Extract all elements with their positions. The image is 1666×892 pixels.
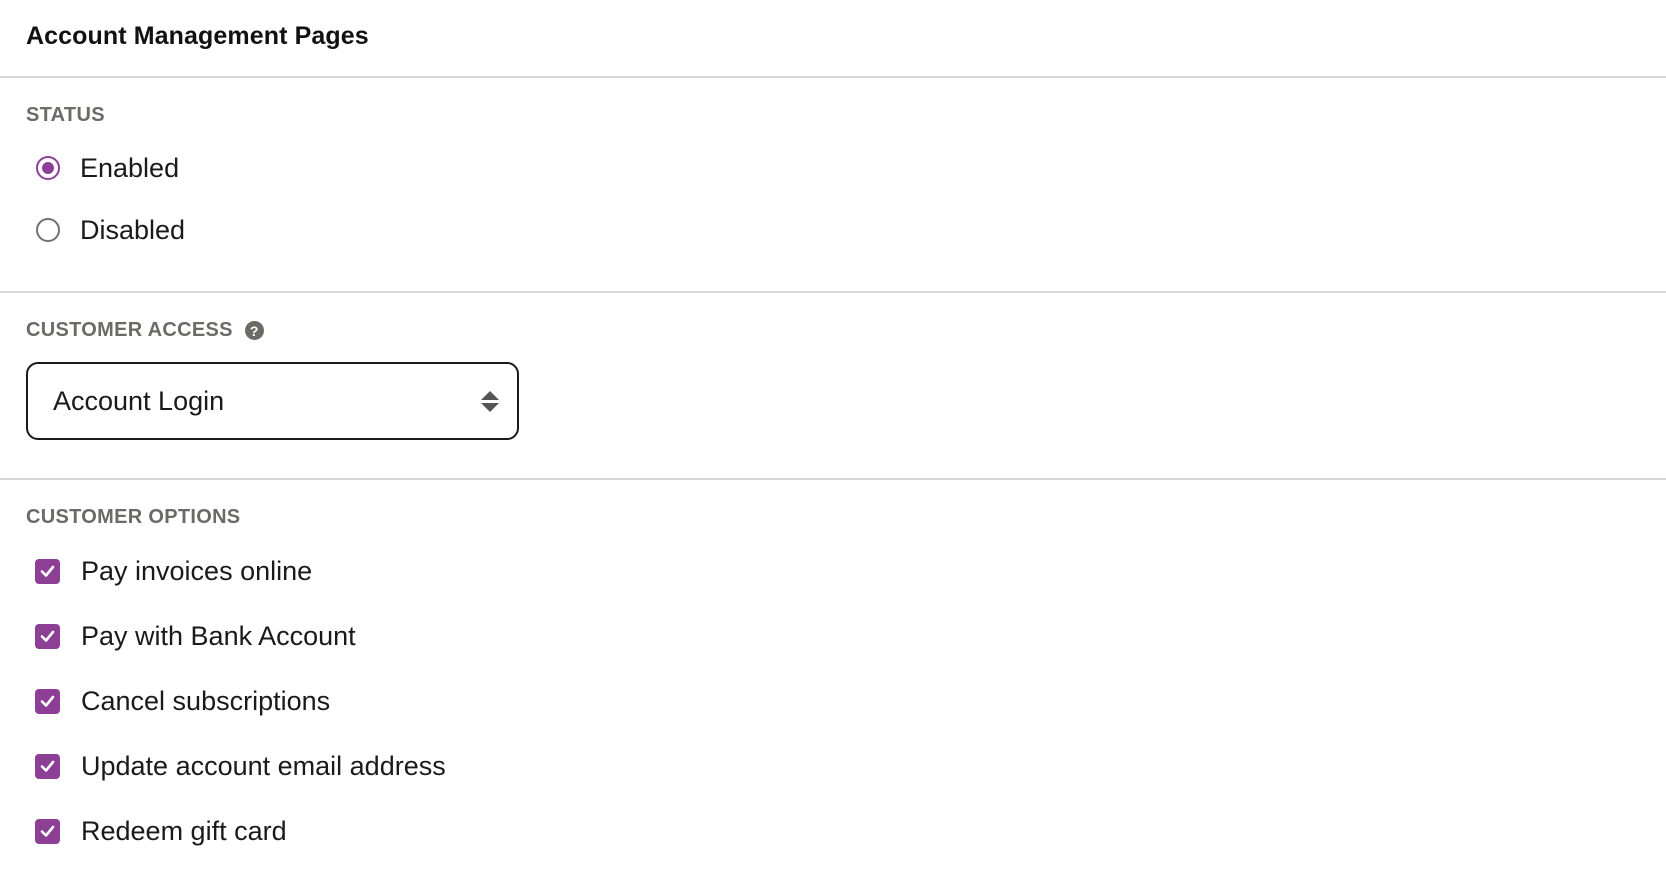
checkmark-icon bbox=[40, 565, 55, 577]
status-label: STATUS bbox=[26, 104, 105, 126]
checkmark-icon bbox=[40, 760, 55, 772]
customer-options-list: Pay invoices online Pay with Bank Accoun… bbox=[26, 539, 1666, 864]
arrow-down-icon bbox=[481, 402, 499, 412]
enabled-label: Enabled bbox=[80, 152, 180, 183]
customer-options-section: CUSTOMER OPTIONS Pay invoices online Pay… bbox=[0, 480, 1666, 864]
customer-options-label: CUSTOMER OPTIONS bbox=[26, 506, 241, 528]
checkmark-icon bbox=[40, 630, 55, 642]
cancel-subscriptions-checkbox[interactable] bbox=[35, 689, 60, 714]
update-email-checkbox[interactable] bbox=[35, 754, 60, 779]
option-pay-with-bank-account[interactable]: Pay with Bank Account bbox=[26, 604, 1666, 669]
customer-access-select[interactable]: Account Login bbox=[26, 362, 519, 440]
option-cancel-subscriptions[interactable]: Cancel subscriptions bbox=[26, 669, 1666, 734]
pay-invoices-label: Pay invoices online bbox=[81, 556, 313, 586]
question-circle-icon[interactable]: ? bbox=[244, 321, 264, 340]
update-email-label: Update account email address bbox=[81, 751, 446, 781]
option-pay-invoices-online[interactable]: Pay invoices online bbox=[26, 539, 1666, 604]
redeem-gift-card-label: Redeem gift card bbox=[81, 816, 287, 846]
disabled-label: Disabled bbox=[80, 214, 186, 245]
status-section: STATUS Enabled Disabled bbox=[0, 78, 1666, 293]
enabled-radio[interactable] bbox=[36, 156, 60, 180]
customer-access-section: CUSTOMER ACCESS ? Account Login bbox=[0, 293, 1666, 480]
arrow-up-icon bbox=[481, 390, 499, 400]
customer-access-selected-value: Account Login bbox=[53, 385, 225, 416]
status-option-disabled[interactable]: Disabled bbox=[26, 199, 1666, 261]
cancel-subscriptions-label: Cancel subscriptions bbox=[81, 686, 331, 716]
disabled-radio[interactable] bbox=[36, 218, 60, 242]
account-management-page: Account Management Pages STATUS Enabled … bbox=[0, 0, 1666, 888]
option-redeem-gift-card[interactable]: Redeem gift card bbox=[26, 799, 1666, 864]
select-arrows-icon bbox=[481, 390, 499, 412]
checkmark-icon bbox=[40, 825, 55, 837]
page-header: Account Management Pages bbox=[0, 0, 1666, 78]
status-radio-group: Enabled Disabled bbox=[26, 137, 1666, 261]
page-title: Account Management Pages bbox=[26, 21, 369, 50]
redeem-gift-card-checkbox[interactable] bbox=[35, 819, 60, 844]
pay-bank-checkbox[interactable] bbox=[35, 624, 60, 649]
status-option-enabled[interactable]: Enabled bbox=[26, 137, 1666, 199]
pay-invoices-checkbox[interactable] bbox=[35, 559, 60, 584]
customer-access-label-row: CUSTOMER ACCESS ? bbox=[26, 293, 1666, 342]
checkmark-icon bbox=[40, 695, 55, 707]
customer-access-label: CUSTOMER ACCESS bbox=[26, 319, 233, 341]
option-update-email[interactable]: Update account email address bbox=[26, 734, 1666, 799]
pay-bank-label: Pay with Bank Account bbox=[81, 621, 356, 651]
